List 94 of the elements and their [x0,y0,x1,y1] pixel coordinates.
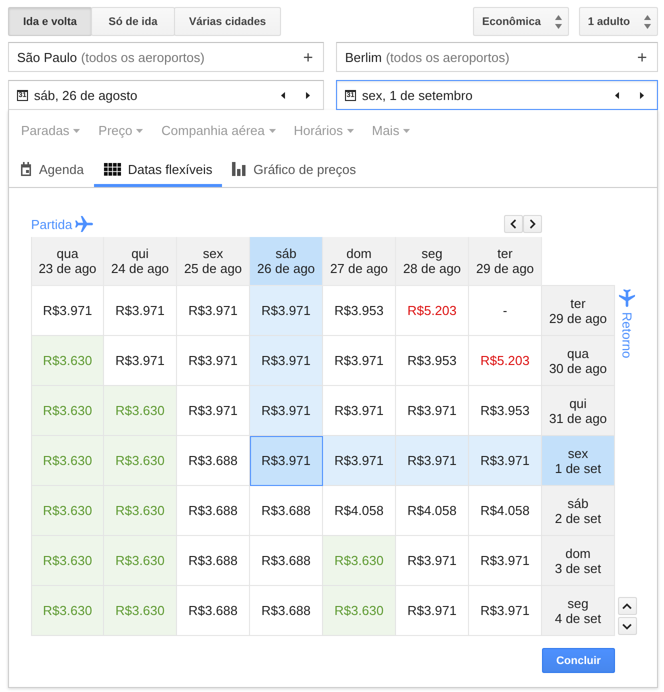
price-cell[interactable]: R$3.688 [177,586,250,636]
return-date-header[interactable]: ter 29 de ago [542,286,615,336]
caret-icon [136,128,144,132]
plus-button[interactable]: + [635,48,649,66]
chevron-up-icon [622,602,632,610]
price-cell[interactable]: R$3.971 [396,436,469,486]
price-cell[interactable]: R$3.971 [250,286,323,336]
price-cell[interactable]: R$3.971 [469,436,542,486]
price-cell[interactable]: R$3.971 [177,336,250,386]
return-date-header[interactable]: sex 1 de set [542,436,615,486]
price-cell[interactable]: R$3.971 [396,386,469,436]
trip-type-button[interactable]: Só de ida [91,7,175,36]
left-caret-icon[interactable] [281,92,285,98]
view-tab[interactable]: Datas flexíveis [94,151,222,187]
price-cell[interactable]: R$3.971 [31,286,104,336]
departure-date-header[interactable]: qua 23 de ago [31,237,104,286]
date-value: sáb, 26 de agosto [34,88,138,102]
airplane-icon [74,216,94,232]
date-value: sex, 1 de setembro [362,88,473,102]
departure-date-header[interactable]: dom 27 de ago [323,237,396,286]
chevron-right-icon [529,219,536,229]
view-tab[interactable]: Gráfico de preços [222,151,366,187]
location-field[interactable]: São Paulo (todos os aeroportos) + [8,42,324,72]
city-name: São Paulo [17,50,77,64]
caret-icon [403,128,410,132]
price-cell[interactable]: R$3.688 [250,536,323,586]
airports-hint: (todos os aeroportos) [386,50,510,64]
departure-date-header[interactable]: seg 28 de ago [396,237,469,286]
price-cell[interactable]: R$3.971 [177,286,250,336]
price-cell[interactable]: R$5.203 [396,286,469,336]
price-cell[interactable]: R$3.953 [323,286,396,336]
price-cell[interactable]: R$3.953 [396,336,469,386]
departure-date-header[interactable]: sáb 26 de ago [250,237,323,286]
trip-type-button[interactable]: Ida e volta [8,7,92,36]
price-cell[interactable]: R$3.971 [323,386,396,436]
left-caret-icon[interactable] [615,92,619,98]
price-cell[interactable]: R$3.971 [323,436,396,486]
return-date-header[interactable]: qua 30 de ago [542,336,615,386]
airports-hint: (todos os aeroportos) [81,50,205,64]
airplane-icon [619,288,635,308]
price-cell[interactable]: R$3.971 [323,336,396,386]
price-cell[interactable]: R$5.203 [469,336,542,386]
price-cell[interactable]: R$3.971 [104,336,177,386]
plus-button[interactable]: + [301,48,315,66]
caret-icon [73,128,80,132]
trip-type-button[interactable]: Várias cidades [174,7,282,36]
price-cell[interactable]: R$3.971 [250,336,323,386]
dropdown-select[interactable]: 1 adulto [578,7,658,36]
price-cell[interactable]: R$3.971 [250,386,323,436]
price-cell[interactable]: R$4.058 [323,486,396,536]
right-caret-icon[interactable] [306,92,310,98]
location-field[interactable]: Berlim (todos os aeroportos) + [336,42,658,72]
price-cell[interactable]: R$3.971 [104,286,177,336]
bar-chart-icon [232,162,246,176]
right-caret-icon[interactable] [640,92,644,98]
calendar-icon [20,162,32,176]
price-cell[interactable]: R$3.971 [177,386,250,436]
up-down-arrows-icon [554,14,562,28]
price-cell[interactable]: R$3.953 [469,386,542,436]
price-cell[interactable]: R$3.971 [396,586,469,636]
price-cell[interactable]: R$4.058 [396,486,469,536]
price-cell[interactable]: R$4.058 [469,486,542,536]
city-name: Berlim [345,50,382,64]
view-tab[interactable]: Agenda [10,151,94,187]
price-cell[interactable]: R$3.971 [250,436,323,486]
caret-icon [346,128,354,132]
return-date-header[interactable]: sáb 2 de set [542,486,615,536]
price-cell[interactable]: R$3.971 [396,536,469,586]
price-cell[interactable]: - [469,286,542,336]
return-label: Retorno [620,312,634,358]
up-down-arrows-icon [644,14,651,28]
price-cell[interactable]: R$3.971 [469,586,542,636]
next-week-button[interactable] [523,215,542,233]
price-cell[interactable]: R$3.688 [177,536,250,586]
price-cell[interactable]: R$3.688 [250,586,323,636]
departure-date-header[interactable]: qui 24 de ago [104,237,177,286]
price-cell[interactable]: R$3.688 [177,436,250,486]
dropdown-select[interactable]: Econômica [473,7,569,36]
departure-label: Partida [31,216,72,232]
scroll-down-button[interactable] [618,617,636,635]
caret-icon [268,128,276,132]
chevron-left-icon [510,219,517,229]
chevron-down-icon [622,622,632,630]
return-date-header[interactable]: seg 4 de set [542,586,615,636]
scroll-up-button[interactable] [618,597,636,615]
departure-date-header[interactable]: sex 25 de ago [177,237,250,286]
grid-icon [104,162,121,176]
price-cell[interactable]: R$3.971 [469,536,542,586]
return-date-header[interactable]: qui 31 de ago [542,386,615,436]
departure-date-header[interactable]: ter 29 de ago [469,237,542,286]
price-cell[interactable]: R$3.688 [250,486,323,536]
return-date-header[interactable]: dom 3 de set [542,536,615,586]
previous-week-button[interactable] [504,215,523,233]
price-cell[interactable]: R$3.688 [177,486,250,536]
